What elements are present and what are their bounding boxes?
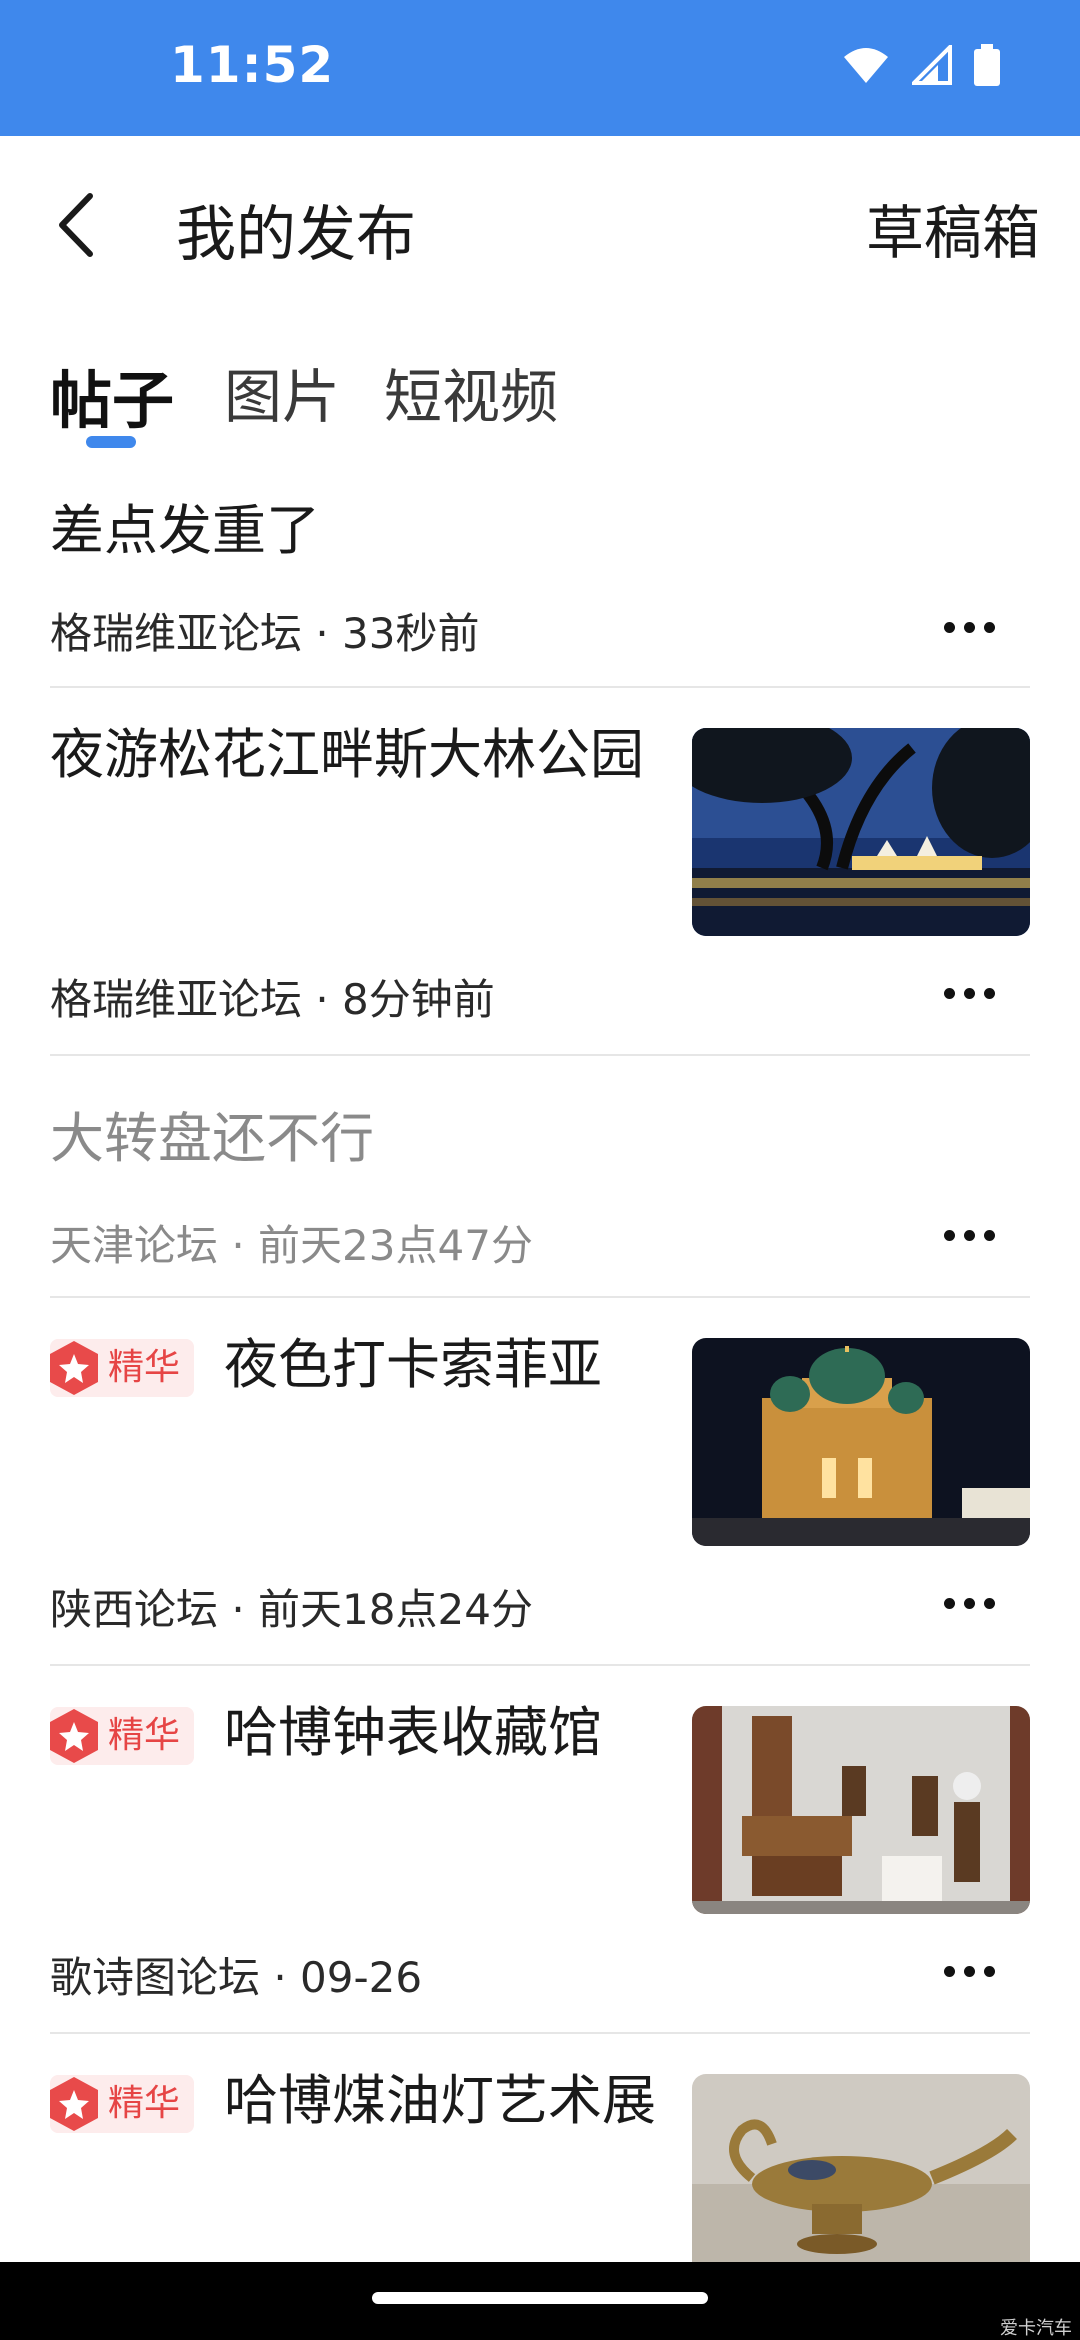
list-item[interactable]: 精华 夜色打卡索菲亚 陕西论坛 · 前天18点24分	[50, 1298, 1030, 1666]
post-meta: 天津论坛 · 前天23点47分	[50, 1221, 533, 1270]
post-title: 大转盘还不行	[50, 1107, 374, 1170]
post-title: 精华 哈博煤油灯艺术展	[50, 2060, 670, 2142]
status-icons	[842, 44, 1000, 86]
status-bar: 11:52	[0, 0, 1080, 136]
featured-badge: 精华	[50, 1339, 195, 1398]
star-icon	[50, 1341, 98, 1396]
more-options-icon[interactable]	[944, 1230, 1000, 1250]
wifi-icon	[844, 48, 888, 83]
post-title: 差点发重了	[50, 499, 320, 562]
post-title-text: 哈博钟表收藏馆	[224, 1701, 603, 1764]
more-options-icon[interactable]	[944, 622, 1000, 642]
post-title-text: 夜色打卡索菲亚	[224, 1333, 603, 1396]
post-title: 精华 哈博钟表收藏馆	[50, 1692, 670, 1774]
more-options-icon[interactable]	[944, 1966, 1000, 1986]
post-thumbnail[interactable]	[692, 2074, 1030, 2282]
featured-badge: 精华	[50, 2075, 195, 2134]
post-meta: 歌诗图论坛 · 09-26	[50, 1953, 423, 2002]
tab-short-videos[interactable]: 短视频	[384, 350, 558, 434]
post-title-text: 哈博煤油灯艺术展	[224, 2069, 657, 2132]
star-icon	[50, 1709, 98, 1764]
post-thumbnail[interactable]	[692, 728, 1030, 936]
featured-badge: 精华	[50, 1707, 195, 1766]
active-tab-indicator	[86, 436, 136, 448]
home-gesture-handle[interactable]	[372, 2292, 708, 2304]
post-meta: 格瑞维亚论坛 · 33秒前	[50, 609, 480, 658]
post-title: 夜游松花江畔斯大林公园	[50, 723, 644, 786]
more-options-icon[interactable]	[944, 1598, 1000, 1618]
post-title: 精华 夜色打卡索菲亚	[50, 1324, 670, 1406]
star-icon	[50, 2077, 98, 2132]
list-item[interactable]: 大转盘还不行 天津论坛 · 前天23点47分	[50, 1056, 1030, 1298]
system-navigation-bar: 爱卡汽车	[0, 2262, 1080, 2340]
post-list: 差点发重了 格瑞维亚论坛 · 33秒前 夜游松花江畔斯大林公园 格瑞维亚论坛 ·…	[50, 470, 1030, 2282]
battery-icon	[974, 44, 1000, 86]
list-item[interactable]: 精华 哈博钟表收藏馆 歌诗图论坛 · 09-26	[50, 1666, 1030, 2034]
tab-bar: 帖子 图片 短视频	[0, 340, 1080, 460]
more-options-icon[interactable]	[944, 988, 1000, 1008]
list-item[interactable]: 差点发重了 格瑞维亚论坛 · 33秒前	[50, 470, 1030, 688]
header-bar: 我的发布 草稿箱	[0, 136, 1080, 316]
list-item[interactable]: 精华 哈博煤油灯艺术展	[50, 2034, 1030, 2282]
watermark: 爱卡汽车	[1000, 2318, 1072, 2339]
post-meta: 格瑞维亚论坛 · 8分钟前	[50, 975, 495, 1024]
list-item[interactable]: 夜游松花江畔斯大林公园 格瑞维亚论坛 · 8分钟前	[50, 688, 1030, 1056]
post-thumbnail[interactable]	[692, 1706, 1030, 1914]
post-meta: 陕西论坛 · 前天18点24分	[50, 1585, 533, 1634]
post-thumbnail[interactable]	[692, 1338, 1030, 1546]
status-time: 11:52	[170, 36, 335, 94]
page-title: 我的发布	[176, 200, 416, 270]
cell-signal-icon	[912, 45, 952, 85]
tab-posts[interactable]: 帖子	[50, 350, 174, 440]
back-button[interactable]	[50, 190, 102, 260]
tab-images[interactable]: 图片	[224, 350, 340, 434]
drafts-button[interactable]: 草稿箱	[866, 186, 1040, 270]
